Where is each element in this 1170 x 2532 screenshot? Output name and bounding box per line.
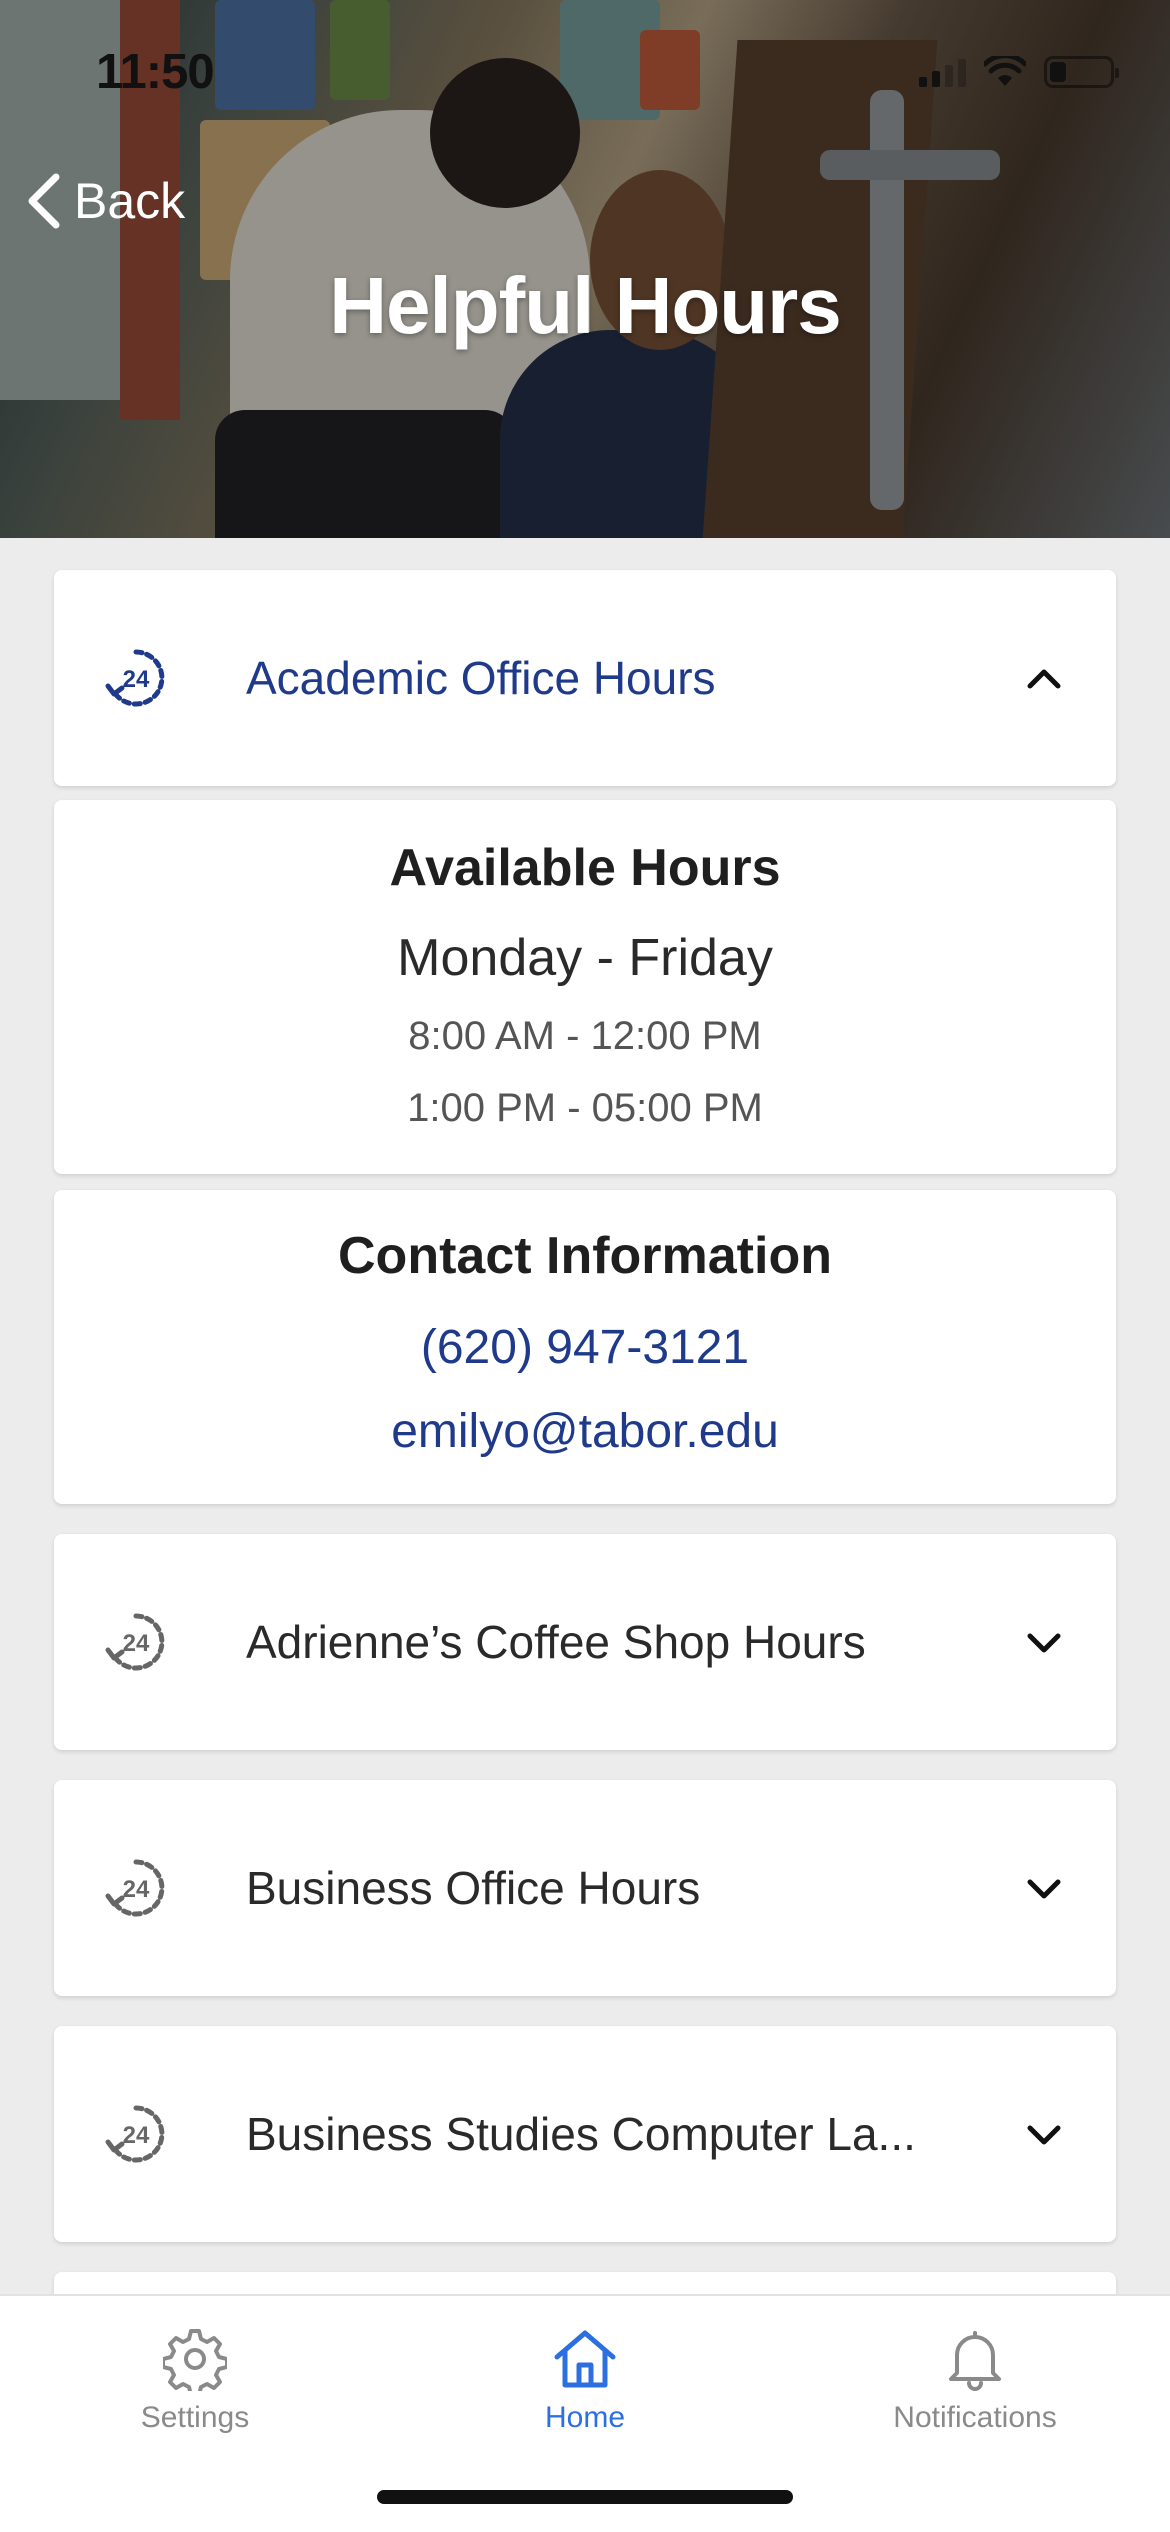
chevron-down-icon [1027,1879,1061,1899]
accordion-label: Academic Office Hours [246,652,716,704]
back-button[interactable]: Back [26,172,185,230]
cellular-signal-icon [919,57,966,87]
accordion-label: Business Studies Computer La... [246,2108,916,2160]
tab-settings[interactable]: Settings [0,2296,390,2466]
clock-24-icon: 24 [105,649,165,707]
status-icons [919,56,1119,88]
svg-text:24: 24 [123,1630,150,1657]
wifi-icon [984,56,1026,86]
svg-text:24: 24 [123,2122,150,2149]
chevron-left-icon [28,173,60,229]
tab-label: Settings [140,2401,250,2434]
available-hours-title: Available Hours [389,839,781,897]
contact-title: Contact Information [338,1227,832,1285]
back-label: Back [74,173,186,229]
tab-home[interactable]: Home [390,2296,780,2466]
battery-icon [1044,56,1119,88]
hours-slot: 8:00 AM - 12:00 PM [408,1014,762,1058]
contact-phone-link[interactable]: (620) 947-3121 [54,1320,1116,1375]
tab-notifications[interactable]: Notifications [780,2296,1170,2466]
status-bar: 11:50 [0,0,1170,150]
accordion-label: Business Office Hours [246,1862,701,1914]
page-title: Helpful Hours [329,261,841,350]
accordion-label: Adrienne’s Coffee Shop Hours [246,1616,866,1668]
contact-information-card: Contact Information (620) 947-3121 emily… [54,1190,1116,1504]
available-hours-card: Available Hours Monday - Friday 8:00 AM … [54,800,1116,1174]
svg-text:24: 24 [123,666,150,693]
clock-24-icon: 24 [105,1859,165,1917]
accordion-academic-office-hours[interactable]: 24 Academic Office Hours [54,570,1116,786]
tab-label: Notifications [893,2401,1057,2434]
chevron-up-icon [1027,669,1061,689]
hours-slot: 1:00 PM - 05:00 PM [407,1086,763,1130]
chevron-down-icon [1027,1633,1061,1653]
clock-24-icon: 24 [105,2105,165,2163]
gear-icon [163,2329,227,2391]
svg-text:24: 24 [123,1876,150,1903]
clock-24-icon: 24 [105,1613,165,1671]
available-days: Monday - Friday [397,929,773,987]
contact-email-link[interactable]: emilyo@tabor.edu [54,1404,1116,1459]
home-indicator [377,2490,793,2504]
accordion-business-office-hours[interactable]: 24 Business Office Hours [54,1780,1116,1996]
accordion-business-studies-computer-lab[interactable]: 24 Business Studies Computer La... [54,2026,1116,2242]
tab-label: Home [544,2401,626,2434]
accordion-coffee-shop-hours[interactable]: 24 Adrienne’s Coffee Shop Hours [54,1534,1116,1750]
home-icon [554,2330,616,2388]
status-time: 11:50 [96,45,215,99]
chevron-down-icon [1027,2125,1061,2145]
bell-icon [949,2331,1001,2391]
